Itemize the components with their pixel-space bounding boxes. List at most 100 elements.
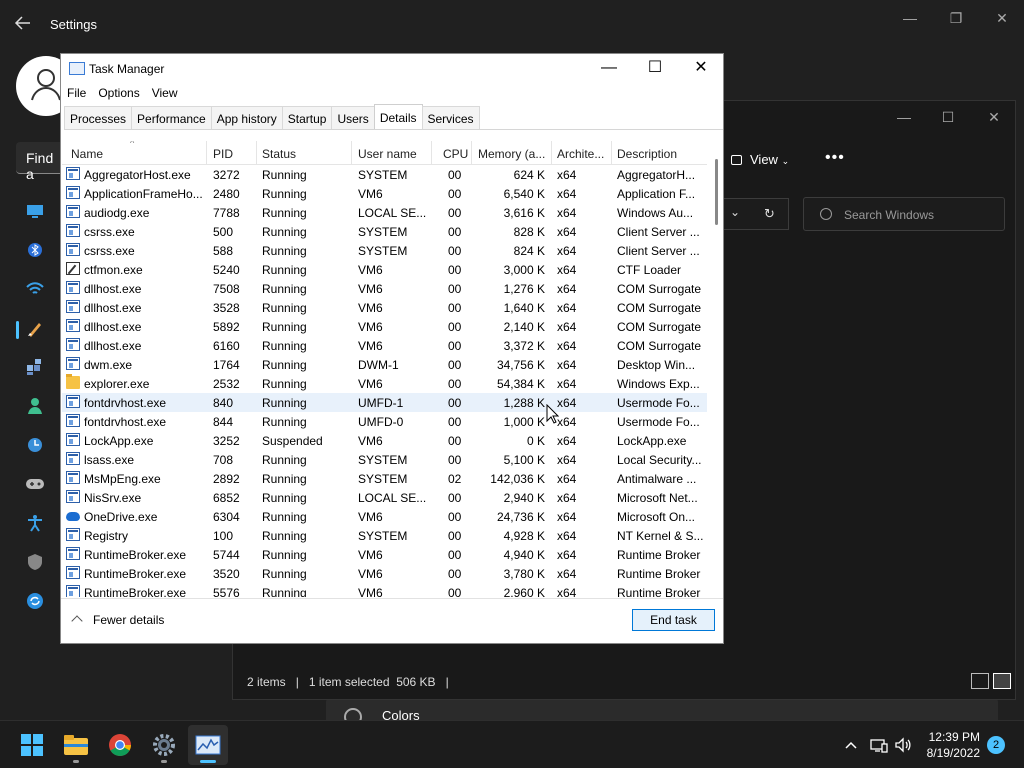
- maximize-icon[interactable]: ☐: [933, 107, 963, 127]
- table-row[interactable]: ApplicationFrameHo... 2480 Running VM6 00 6,5…: [62, 184, 707, 203]
- close-icon[interactable]: ✕: [988, 8, 1016, 28]
- system-clock[interactable]: 12:39 PM 8/19/2022: [922, 729, 980, 761]
- view-menu-button[interactable]: View ⌄: [731, 152, 789, 167]
- refresh-icon[interactable]: ↻: [764, 206, 775, 222]
- restore-icon[interactable]: ❐: [942, 8, 970, 28]
- cell-mem: 4,928 K: [503, 529, 545, 543]
- tiles-view-icon[interactable]: [993, 673, 1011, 689]
- table-row[interactable]: AggregatorHost.exe 3272 Running SYSTEM 00 624…: [62, 165, 707, 184]
- table-row[interactable]: dllhost.exe 5892 Running VM6 00 2,140 K x64 COM…: [62, 317, 707, 336]
- cell-name: fontdrvhost.exe: [84, 415, 167, 429]
- back-arrow-icon[interactable]: [14, 14, 34, 34]
- end-task-button[interactable]: End task: [632, 609, 715, 631]
- table-row[interactable]: RuntimeBroker.exe 5576 Running VM6 00 2,960 K…: [62, 583, 707, 597]
- minimize-icon[interactable]: —: [896, 8, 924, 28]
- tab-app-history[interactable]: App history: [210, 106, 283, 129]
- system-icon[interactable]: [24, 200, 46, 222]
- table-row[interactable]: dwm.exe 1764 Running DWM-1 00 34,756 K x64 Desk…: [62, 355, 707, 374]
- taskbar-chrome[interactable]: [100, 725, 140, 765]
- tab-processes[interactable]: Processes: [64, 106, 133, 129]
- col-header-name[interactable]: Name: [71, 147, 201, 161]
- maximize-icon[interactable]: ☐: [640, 58, 670, 78]
- close-icon[interactable]: ✕: [979, 107, 1009, 127]
- cell-cpu: 00: [448, 491, 462, 505]
- table-row[interactable]: lsass.exe 708 Running SYSTEM 00 5,100 K x64 Loc…: [62, 450, 707, 469]
- table-row[interactable]: RuntimeBroker.exe 3520 Running VM6 00 3,780 K…: [62, 564, 707, 583]
- menu-options[interactable]: Options: [98, 86, 147, 100]
- title-bar[interactable]: Task Manager — ☐ ✕: [61, 54, 723, 82]
- table-row[interactable]: fontdrvhost.exe 840 Running UMFD-1 00 1,288 K…: [62, 393, 707, 412]
- table-row[interactable]: ctfmon.exe 5240 Running VM6 00 3,000 K x64 CTF …: [62, 260, 707, 279]
- table-row[interactable]: fontdrvhost.exe 844 Running UMFD-0 00 1,000 K…: [62, 412, 707, 431]
- network-icon[interactable]: [24, 278, 46, 300]
- col-header-pid[interactable]: PID: [213, 147, 253, 161]
- cell-user: VM6: [358, 282, 383, 296]
- time-language-icon[interactable]: [24, 434, 46, 456]
- column-divider[interactable]: [431, 141, 432, 165]
- task-manager-icon: [69, 62, 85, 75]
- col-header-status[interactable]: Status: [262, 147, 347, 161]
- table-row[interactable]: OneDrive.exe 6304 Running VM6 00 24,736 K x64 M…: [62, 507, 707, 526]
- accounts-icon[interactable]: [24, 395, 46, 417]
- table-row[interactable]: dllhost.exe 3528 Running VM6 00 1,640 K x64 COM…: [62, 298, 707, 317]
- column-divider[interactable]: [256, 141, 257, 165]
- explorer-search-input[interactable]: Search Windows: [803, 197, 1005, 231]
- bluetooth-icon[interactable]: [24, 239, 46, 261]
- col-header-memory[interactable]: Memory (a...: [478, 147, 548, 161]
- tab-details[interactable]: Details: [373, 104, 423, 129]
- table-row[interactable]: MsMpEng.exe 2892 Running SYSTEM 02 142,036 K x…: [62, 469, 707, 488]
- close-icon[interactable]: ✕: [686, 58, 716, 78]
- more-options-button[interactable]: •••: [825, 149, 845, 167]
- table-row[interactable]: dllhost.exe 7508 Running VM6 00 1,276 K x64 COM…: [62, 279, 707, 298]
- taskbar-file-explorer[interactable]: [56, 725, 96, 765]
- table-row[interactable]: LockApp.exe 3252 Suspended VM6 00 0 K x64 LockA…: [62, 431, 707, 450]
- col-header-cpu[interactable]: CPU: [443, 147, 473, 161]
- volume-icon[interactable]: [892, 721, 914, 768]
- cell-cpu: 00: [448, 168, 462, 182]
- tab-startup[interactable]: Startup: [281, 106, 333, 129]
- gaming-icon[interactable]: [24, 473, 46, 495]
- taskbar-settings[interactable]: [144, 725, 184, 765]
- column-divider[interactable]: [206, 141, 207, 165]
- notification-badge[interactable]: 2: [987, 736, 1005, 754]
- address-bar[interactable]: ⌄ ↻: [723, 198, 789, 230]
- apps-icon[interactable]: [24, 356, 46, 378]
- accessibility-icon[interactable]: [24, 512, 46, 534]
- taskbar-task-manager[interactable]: [188, 725, 228, 765]
- column-divider[interactable]: [471, 141, 472, 165]
- vertical-scrollbar[interactable]: [709, 141, 723, 597]
- table-row[interactable]: csrss.exe 500 Running SYSTEM 00 828 K x64 Clien…: [62, 222, 707, 241]
- tab-users[interactable]: Users: [331, 106, 375, 129]
- column-divider[interactable]: [351, 141, 352, 165]
- column-divider[interactable]: [611, 141, 612, 165]
- privacy-security-icon[interactable]: [24, 551, 46, 573]
- minimize-icon[interactable]: —: [594, 58, 624, 78]
- menu-file[interactable]: File: [67, 86, 94, 100]
- tab-performance[interactable]: Performance: [131, 106, 212, 129]
- scrollbar-thumb[interactable]: [715, 159, 718, 225]
- column-divider[interactable]: [551, 141, 552, 165]
- col-header-description[interactable]: Description: [617, 147, 705, 161]
- show-hidden-icons-chevron-up-icon[interactable]: [840, 721, 862, 768]
- minimize-icon[interactable]: —: [889, 107, 919, 127]
- fewer-details-button[interactable]: Fewer details: [71, 613, 164, 627]
- settings-search-input[interactable]: Find a: [16, 142, 66, 182]
- details-view-icon[interactable]: [971, 673, 989, 689]
- tab-services[interactable]: Services: [421, 106, 480, 129]
- network-icon[interactable]: [868, 721, 890, 768]
- table-row[interactable]: explorer.exe 2532 Running VM6 00 54,384 K x64 W…: [62, 374, 707, 393]
- start-button[interactable]: [12, 725, 52, 765]
- personalization-icon[interactable]: [24, 317, 46, 339]
- table-row[interactable]: dllhost.exe 6160 Running VM6 00 3,372 K x64 COM…: [62, 336, 707, 355]
- table-row[interactable]: csrss.exe 588 Running SYSTEM 00 824 K x64 Clien…: [62, 241, 707, 260]
- table-row[interactable]: audiodg.exe 7788 Running LOCAL SE... 00 3,616…: [62, 203, 707, 222]
- table-row[interactable]: Registry 100 Running SYSTEM 00 4,928 K x64 NT K…: [62, 526, 707, 545]
- menu-view[interactable]: View: [152, 86, 186, 100]
- table-row[interactable]: NisSrv.exe 6852 Running LOCAL SE... 00 2,940 …: [62, 488, 707, 507]
- table-row[interactable]: RuntimeBroker.exe 5744 Running VM6 00 4,940 K…: [62, 545, 707, 564]
- cell-arch: x64: [557, 548, 577, 562]
- col-header-user-name[interactable]: User name: [358, 147, 428, 161]
- windows-update-icon[interactable]: [24, 590, 46, 612]
- chevron-down-icon[interactable]: ⌄: [730, 205, 740, 219]
- col-header-architecture[interactable]: Archite...: [557, 147, 609, 161]
